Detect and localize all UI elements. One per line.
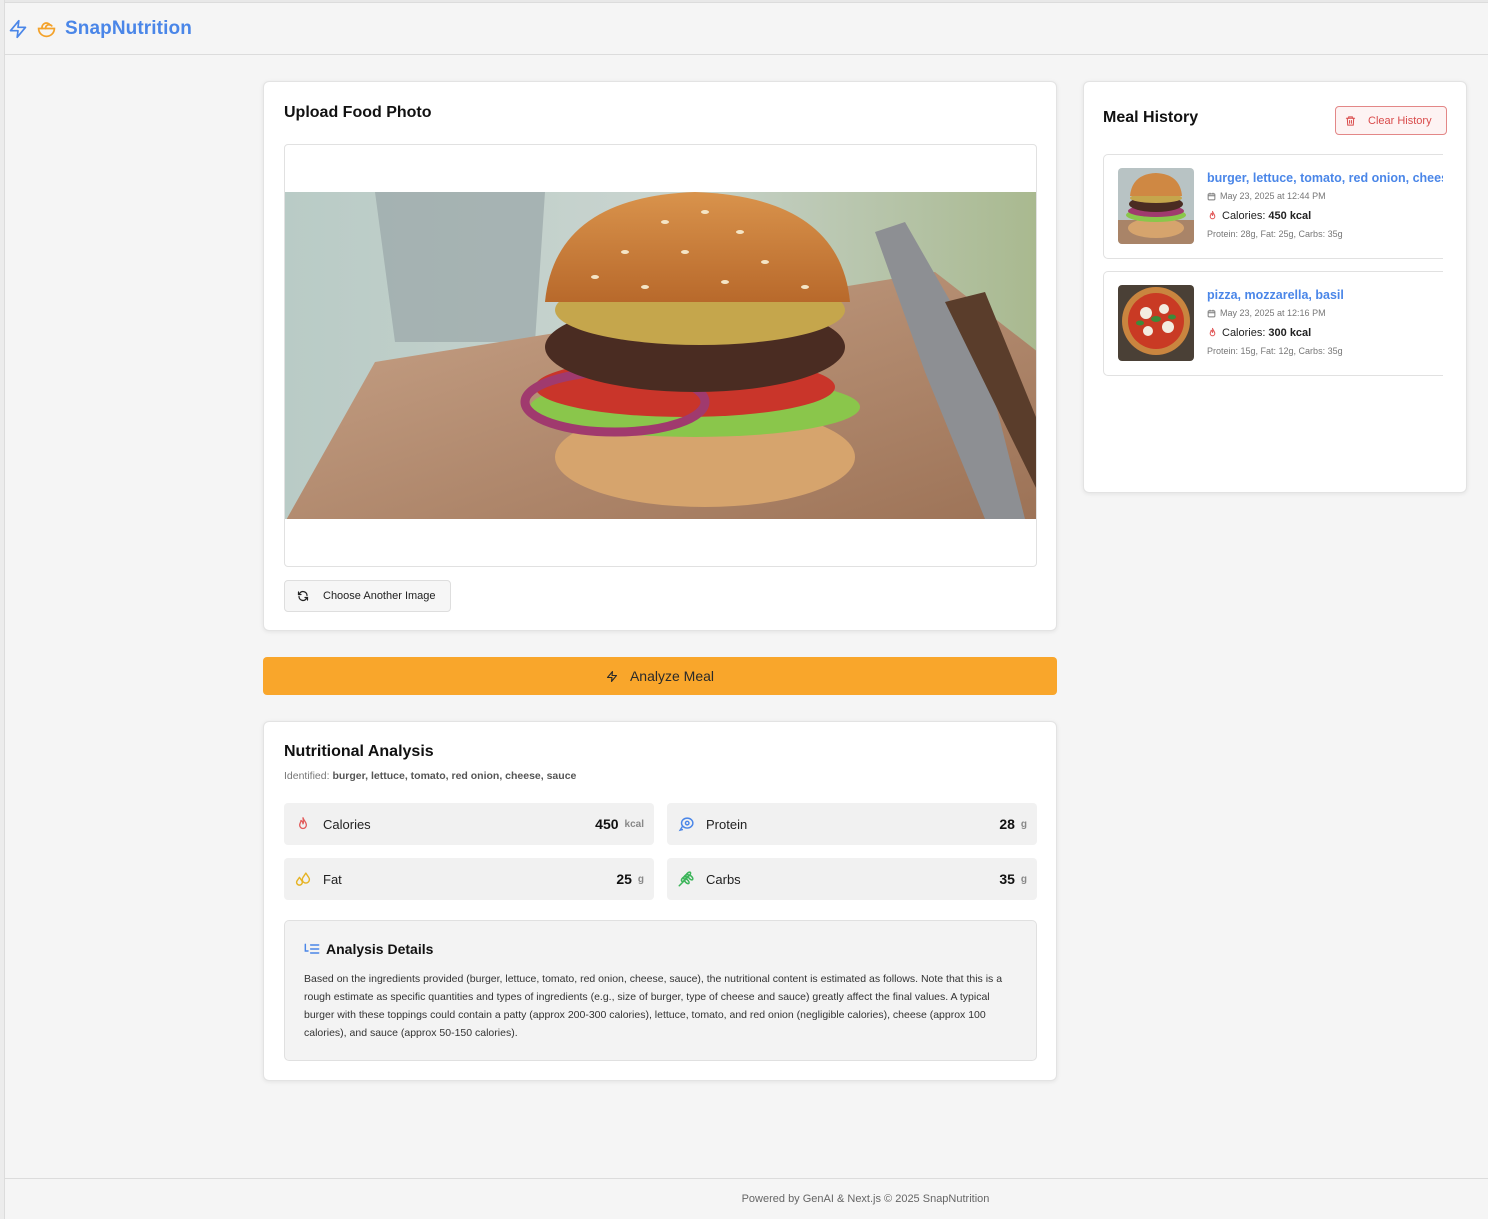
metric-value: 450: [595, 816, 619, 832]
metric-fat: Fat 25 g: [284, 858, 654, 900]
wheat-icon: [677, 870, 695, 888]
list-icon: [304, 943, 320, 955]
history-item-calories: Calories: 300 kcal: [1207, 327, 1311, 339]
history-item-calories-value: 450 kcal: [1268, 210, 1312, 222]
choose-image-button[interactable]: Choose Another Image: [284, 580, 451, 612]
droplets-icon: [294, 870, 312, 888]
metric-value: 28: [999, 816, 1015, 832]
zap-icon: [606, 670, 618, 683]
metric-label: Calories: [323, 816, 371, 832]
analysis-details-text: Based on the ingredients provided (burge…: [304, 973, 1003, 1039]
metric-unit: g: [1020, 818, 1027, 830]
meal-history-title: Meal History: [1103, 109, 1199, 126]
history-item-calories-value: 300 kcal: [1268, 327, 1312, 339]
identified-items: burger, lettuce, tomato, red onion, chee…: [332, 770, 577, 782]
calendar-icon: [1207, 309, 1216, 318]
metric-unit: g: [637, 873, 644, 885]
footer-text: Powered by GenAI & Next.js © 2025 SnapNu…: [741, 1193, 990, 1205]
history-item-name[interactable]: pizza, mozzarella, basil: [1207, 288, 1344, 302]
refresh-icon: [297, 590, 309, 602]
food-photo: [285, 192, 1036, 519]
clear-history-label: Clear History: [1368, 114, 1432, 127]
history-item-calories-label: Calories:: [1222, 210, 1266, 222]
metric-value: 25: [616, 871, 632, 887]
history-thumbnail: [1118, 168, 1194, 244]
meal-history-card: Meal History Clear History burger, lettu…: [1083, 81, 1467, 493]
nutrition-title: Nutritional Analysis: [284, 743, 434, 760]
metric-label: Fat: [323, 871, 342, 887]
zap-icon: [7, 18, 29, 40]
analyze-meal-label: Analyze Meal: [629, 668, 715, 684]
clear-history-button[interactable]: Clear History: [1335, 106, 1447, 135]
history-item-macros: Protein: 15g, Fat: 12g, Carbs: 35g: [1207, 346, 1343, 356]
nutrition-card: Nutritional Analysis Identified: burger,…: [263, 721, 1057, 1081]
flame-icon: [294, 815, 312, 833]
salad-icon: [35, 18, 57, 40]
upload-card: Upload Food Photo Choose Another Image: [263, 81, 1057, 631]
history-item-macros: Protein: 28g, Fat: 25g, Carbs: 35g: [1207, 229, 1343, 239]
history-item[interactable]: pizza, mozzarella, basil May 23, 2025 at…: [1103, 271, 1443, 376]
meat-icon: [677, 815, 695, 833]
image-preview[interactable]: [284, 144, 1037, 567]
analyze-meal-button[interactable]: Analyze Meal: [263, 657, 1057, 695]
metric-label: Carbs: [706, 871, 741, 887]
metric-label: Protein: [706, 816, 748, 832]
analysis-details-title: Analysis Details: [326, 941, 434, 957]
metric-unit: kcal: [624, 818, 644, 830]
analysis-details: Analysis Details Based on the ingredient…: [284, 920, 1037, 1061]
calendar-icon: [1207, 192, 1216, 201]
window-left-edge: [0, 0, 5, 1219]
flame-icon: [1207, 210, 1218, 222]
history-item-date-text: May 23, 2025 at 12:16 PM: [1220, 308, 1326, 318]
identified-text: Identified: burger, lettuce, tomato, red…: [284, 770, 576, 782]
flame-icon: [1207, 327, 1218, 339]
metric-carbs: Carbs 35 g: [667, 858, 1037, 900]
identified-label: Identified:: [284, 770, 330, 782]
app-name[interactable]: SnapNutrition: [65, 18, 192, 40]
metric-value: 35: [999, 871, 1015, 887]
history-item-name[interactable]: burger, lettuce, tomato, red onion, chee…: [1207, 171, 1443, 185]
history-item-calories-label: Calories:: [1222, 327, 1266, 339]
metric-calories: Calories 450 kcal: [284, 803, 654, 845]
history-item-calories: Calories: 450 kcal: [1207, 210, 1311, 222]
page-footer: Powered by GenAI & Next.js © 2025 SnapNu…: [5, 1178, 1488, 1219]
analysis-details-heading: Analysis Details: [304, 941, 1017, 957]
choose-image-label: Choose Another Image: [323, 590, 436, 602]
history-item[interactable]: burger, lettuce, tomato, red onion, chee…: [1103, 154, 1443, 259]
app-header: SnapNutrition: [5, 3, 1488, 55]
trash-icon: [1345, 115, 1356, 127]
upload-title: Upload Food Photo: [284, 104, 432, 121]
history-item-date: May 23, 2025 at 12:44 PM: [1207, 191, 1326, 201]
history-item-date: May 23, 2025 at 12:16 PM: [1207, 308, 1326, 318]
history-thumbnail: [1118, 285, 1194, 361]
metric-unit: g: [1020, 873, 1027, 885]
history-item-date-text: May 23, 2025 at 12:44 PM: [1220, 191, 1326, 201]
metric-protein: Protein 28 g: [667, 803, 1037, 845]
